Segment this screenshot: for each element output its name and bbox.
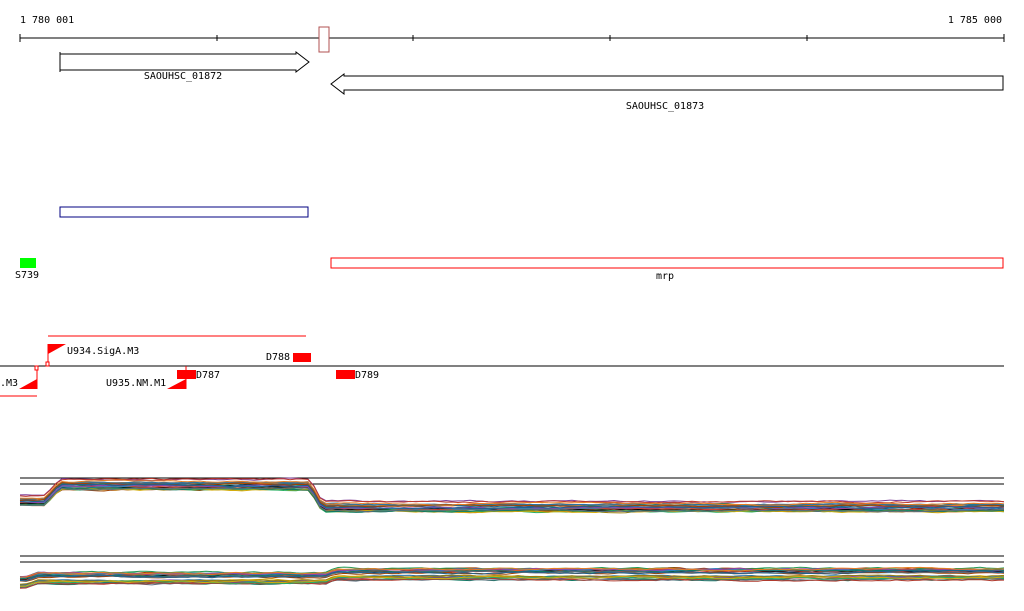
terminator-box-d787[interactable]	[177, 370, 196, 379]
mrp-region-label: mrp	[656, 271, 674, 282]
promoter-label-m3: .M3	[0, 378, 18, 389]
promoter-label-u935: U935.NM.M1	[106, 378, 166, 389]
green-feature-label: S739	[15, 270, 39, 281]
promoter-flag-m3[interactable]	[19, 379, 37, 389]
terminator-box-d789[interactable]	[336, 370, 355, 379]
gene-track: SAOUHSC_01872 SAOUHSC_01873	[59, 50, 1004, 112]
ruler-end-label: 1 785 000	[948, 15, 1002, 26]
promoter-flag-u935[interactable]	[167, 379, 186, 389]
terminator-label-d788: D788	[266, 352, 290, 363]
genome-browser-view[interactable]: 1 780 001 1 785 000 SAOUHSC_01872 SAOUHS…	[0, 0, 1024, 611]
gene-arrow-saouhsc-01873[interactable]	[330, 72, 1004, 96]
transcript-track: U934.SigA.M3 D788 .M3 U935.NM.M1 D787 D7…	[0, 335, 1004, 397]
promoter-label-u934: U934.SigA.M3	[67, 346, 139, 357]
terminator-label-d789: D789	[355, 370, 379, 381]
terminator-box-d788[interactable]	[293, 353, 311, 362]
gene-label-saouhsc-01872: SAOUHSC_01872	[144, 71, 222, 82]
profile-line	[19, 576, 1005, 588]
promoter-flag-u934[interactable]	[48, 344, 66, 354]
flag-base-marker	[45, 361, 50, 367]
ruler-start-label: 1 780 001	[20, 15, 74, 26]
mrp-region-feature[interactable]	[330, 257, 1004, 269]
gene-label-saouhsc-01873: SAOUHSC_01873	[626, 101, 704, 112]
expression-profile-track-1	[19, 477, 1005, 514]
blue-region-feature[interactable]	[59, 206, 309, 218]
expression-profile-track-2	[19, 555, 1005, 589]
terminator-label-d787: D787	[196, 370, 220, 381]
flag-base-marker	[34, 365, 39, 371]
gene-arrow-saouhsc-01872[interactable]	[59, 50, 310, 74]
coordinate-ruler: 1 780 001 1 785 000	[19, 15, 1005, 53]
green-feature-box[interactable]	[20, 258, 36, 268]
selection-marker[interactable]	[318, 26, 330, 53]
